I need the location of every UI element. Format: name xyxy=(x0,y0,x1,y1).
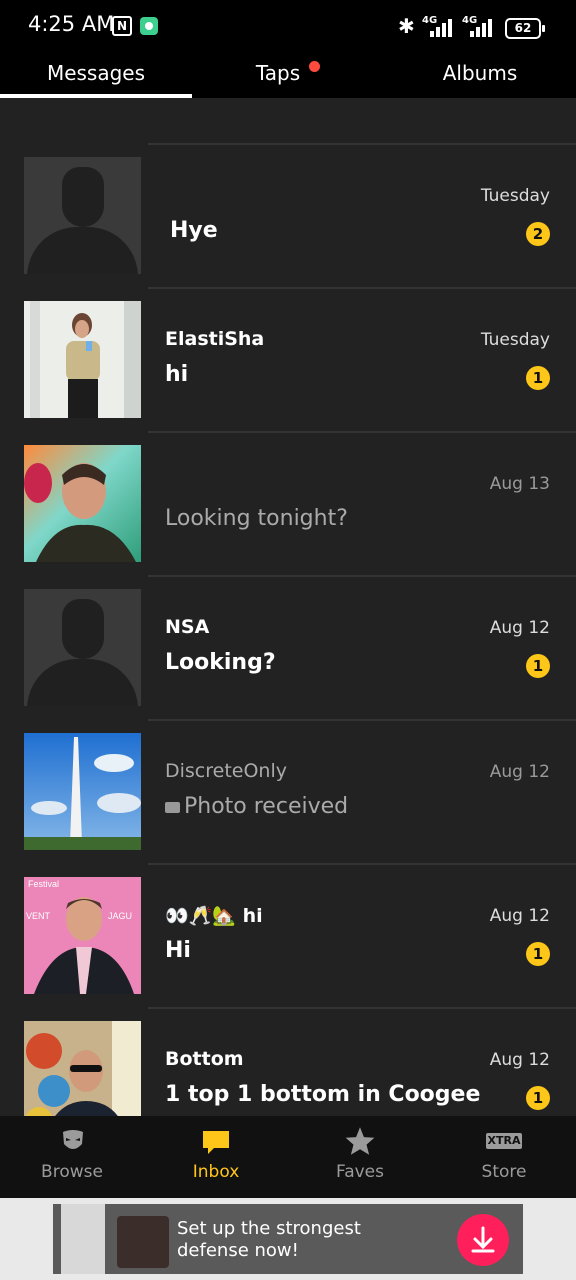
tab-messages[interactable]: Messages xyxy=(0,48,192,98)
ad-face-image xyxy=(117,1216,169,1268)
conversation-message: Looking tonight? xyxy=(165,506,348,531)
conversation-name: ElastiSha xyxy=(165,328,265,350)
conversation-row[interactable]: Bottom Aug 12 1 top 1 bottom in Coogee 1 xyxy=(0,1007,576,1116)
conversation-row[interactable]: Tuesday Hye 2 xyxy=(0,143,576,287)
download-icon xyxy=(471,1226,495,1253)
ad-thumbnail xyxy=(61,1204,105,1274)
conversation-list[interactable]: Tuesday Hye 2 ElastiSha Tuesday hi 1 Aug… xyxy=(0,98,576,1116)
nav-label: Faves xyxy=(335,1162,384,1182)
nav-label: Store xyxy=(481,1162,527,1182)
avatar xyxy=(24,1021,141,1116)
bottom-nav: Browse Inbox Faves XTRA Store xyxy=(0,1116,576,1198)
avatar-placeholder xyxy=(24,589,141,706)
divider xyxy=(148,143,576,145)
unread-badge: 1 xyxy=(526,654,550,678)
unread-badge: 2 xyxy=(526,222,550,246)
ad-content[interactable]: Set up the strongest defense now! xyxy=(53,1204,523,1274)
avatar xyxy=(24,301,141,418)
nfc-icon: N xyxy=(112,16,132,36)
conversation-name: 👀🥂🏡 hi xyxy=(165,905,263,927)
avatar: Festival VENT JAGU xyxy=(24,877,141,994)
conversation-time: Aug 12 xyxy=(489,618,550,638)
svg-text:VENT: VENT xyxy=(26,911,51,921)
conversation-row[interactable]: DiscreteOnly Aug 12 Photo received xyxy=(0,719,576,863)
divider xyxy=(148,719,576,721)
divider xyxy=(148,575,576,577)
battery-icon: 62 xyxy=(505,18,545,39)
avatar-placeholder xyxy=(24,157,141,274)
signal-icon-2: 4G xyxy=(462,15,498,37)
mask-icon xyxy=(63,1130,83,1149)
conversation-time: Aug 12 xyxy=(489,1050,550,1070)
status-time: 4:25 AM xyxy=(28,12,115,36)
conversation-message: Hi xyxy=(165,938,191,963)
tab-taps[interactable]: Taps xyxy=(192,48,364,98)
conversation-name: Bottom xyxy=(165,1048,244,1070)
nav-store[interactable]: XTRA Store xyxy=(432,1116,576,1198)
ad-text: Set up the strongest defense now! xyxy=(177,1218,361,1261)
signal-icon: 4G xyxy=(422,15,458,37)
avatar xyxy=(24,445,141,562)
conversation-time: Aug 12 xyxy=(489,762,550,782)
chat-bubble-icon xyxy=(203,1131,229,1154)
unread-badge: 1 xyxy=(526,942,550,966)
status-bar: 4:25 AM N ✱ 4G 4G 62 xyxy=(0,0,576,48)
camera-icon xyxy=(165,801,180,813)
conversation-time: Tuesday xyxy=(480,186,550,206)
conversation-message: Looking? xyxy=(165,650,276,675)
conversation-row[interactable]: Aug 13 Looking tonight? xyxy=(0,431,576,575)
ad-download-button[interactable] xyxy=(457,1214,509,1266)
vpn-shield-icon xyxy=(140,17,158,35)
star-icon xyxy=(345,1127,375,1155)
conversation-name: NSA xyxy=(165,616,210,638)
svg-text:Festival: Festival xyxy=(28,879,59,889)
conversation-row[interactable]: Festival VENT JAGU 👀🥂🏡 hi Aug 12 Hi 1 xyxy=(0,863,576,1007)
conversation-name: DiscreteOnly xyxy=(165,760,287,782)
divider xyxy=(148,431,576,433)
nav-browse[interactable]: Browse xyxy=(0,1116,144,1198)
conversation-time: Aug 13 xyxy=(489,474,550,494)
avatar xyxy=(24,733,141,850)
nav-faves[interactable]: Faves xyxy=(288,1116,432,1198)
conversation-time: Tuesday xyxy=(480,330,550,350)
nav-label: Browse xyxy=(41,1162,103,1182)
ad-banner: Set up the strongest defense now! xyxy=(0,1198,576,1280)
xtra-icon: XTRA xyxy=(486,1133,522,1149)
nav-inbox[interactable]: Inbox xyxy=(144,1116,288,1198)
conversation-row[interactable]: NSA Aug 12 Looking? 1 xyxy=(0,575,576,719)
conversation-message: Photo received xyxy=(165,794,348,819)
conversation-message: Hye xyxy=(170,218,218,243)
bluetooth-icon: ✱ xyxy=(398,14,415,38)
conversation-message: 1 top 1 bottom in Coogee xyxy=(165,1082,481,1107)
conversation-time: Aug 12 xyxy=(489,906,550,926)
conversation-row[interactable]: ElastiSha Tuesday hi 1 xyxy=(0,287,576,431)
divider xyxy=(148,287,576,289)
svg-text:JAGU: JAGU xyxy=(108,911,132,921)
tab-albums[interactable]: Albums xyxy=(384,48,576,98)
unread-badge: 1 xyxy=(526,1086,550,1110)
divider xyxy=(148,1007,576,1009)
taps-notification-dot xyxy=(309,61,320,72)
unread-badge: 1 xyxy=(526,366,550,390)
divider xyxy=(148,863,576,865)
nav-label: Inbox xyxy=(192,1162,240,1182)
conversation-message: hi xyxy=(165,362,189,387)
tab-bar: Messages Taps Albums xyxy=(0,48,576,98)
